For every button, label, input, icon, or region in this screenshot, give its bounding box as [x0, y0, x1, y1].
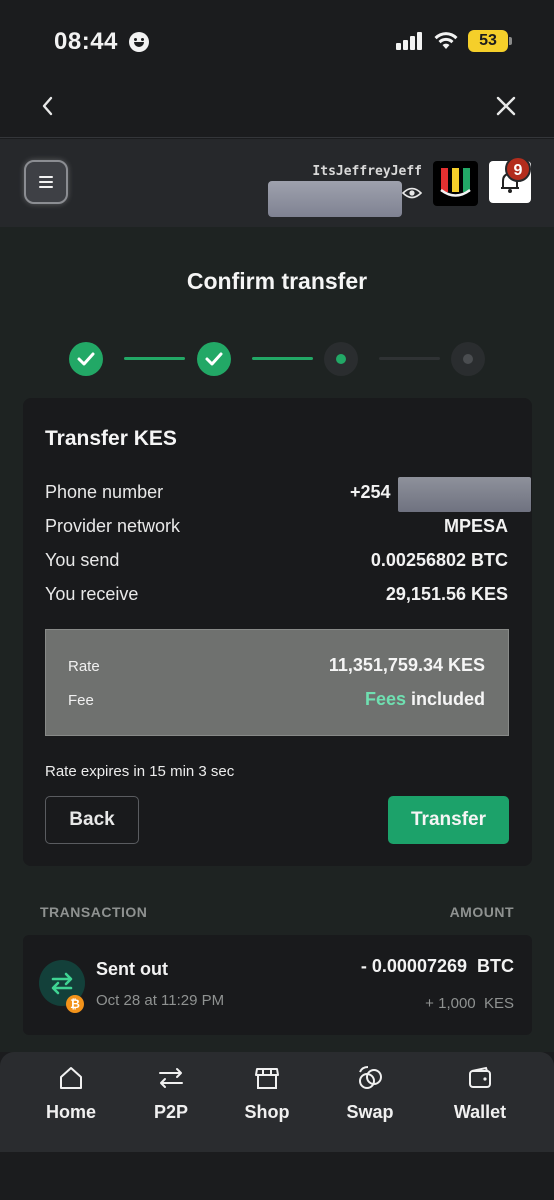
step-3-current [324, 342, 358, 376]
wallet-icon [469, 1066, 491, 1088]
avatar[interactable] [433, 161, 478, 206]
nav-swap[interactable]: Swap [325, 1064, 415, 1123]
home-indicator-area [0, 1152, 554, 1200]
rate-label: Rate [68, 658, 100, 675]
nav-wallet[interactable]: Wallet [435, 1064, 525, 1123]
phone-label: Phone number [45, 482, 164, 502]
smiley-icon [129, 32, 149, 52]
nav-home[interactable]: Home [26, 1064, 116, 1123]
provider-value: MPESA [443, 516, 508, 536]
receive-value: 29,151.56 KES [385, 584, 508, 604]
nav-shop-label: Shop [244, 1102, 290, 1122]
card-title: Transfer KES [45, 427, 177, 450]
check-icon [77, 352, 95, 366]
close-icon[interactable] [494, 94, 518, 118]
transaction-title: Sent out [96, 959, 168, 979]
transaction-sub-amount: + 1,000 KES [425, 995, 514, 1012]
bitcoin-badge-icon: ₿ [66, 995, 84, 1013]
page-title: Confirm transfer [186, 268, 368, 294]
swap-icon [359, 1066, 382, 1089]
provider-label: Provider network [45, 516, 181, 536]
fee-rest: included [405, 689, 485, 709]
p2p-icon [159, 1068, 183, 1088]
cellular-signal-icon [396, 32, 422, 50]
fee-highlight: Fees [364, 689, 406, 709]
receive-label: You receive [45, 584, 139, 604]
send-value: 0.00256802 BTC [370, 550, 508, 570]
menu-button[interactable] [24, 160, 68, 204]
transaction-amount: - 0.00007269 BTC [360, 956, 514, 976]
nav-p2p-label: P2P [153, 1102, 189, 1122]
shop-icon [255, 1068, 279, 1089]
fee-value: Fees included [365, 689, 485, 710]
transaction-date: Oct 28 at 11:29 PM [96, 992, 225, 1009]
notification-badge: 9 [505, 156, 531, 182]
transaction-header: TRANSACTION [40, 904, 148, 920]
balance-redacted [268, 181, 402, 217]
battery-indicator: 53 [468, 30, 508, 52]
browser-nav-bar [0, 86, 554, 138]
step-connector-2 [252, 357, 313, 360]
avatar-logo-icon [440, 168, 471, 197]
amount-header: AMOUNT [449, 904, 514, 920]
rate-expiry-text: Rate expires in 15 min 3 sec [45, 763, 235, 780]
nav-home-label: Home [45, 1102, 96, 1122]
nav-shop[interactable]: Shop [222, 1064, 312, 1123]
fee-label: Fee [68, 692, 94, 709]
home-icon [60, 1067, 82, 1089]
phone-redacted [398, 477, 531, 512]
nav-swap-label: Swap [346, 1102, 394, 1122]
back-chevron-icon[interactable] [36, 94, 60, 118]
nav-p2p[interactable]: P2P [126, 1064, 216, 1123]
phone-value: +254 [350, 482, 391, 502]
step-1-complete [69, 342, 103, 376]
step-4-pending [451, 342, 485, 376]
step-connector-1 [124, 357, 185, 360]
nav-wallet-label: Wallet [453, 1102, 507, 1122]
step-2-complete [197, 342, 231, 376]
status-time: 08:44 [54, 28, 118, 55]
send-label: You send [45, 550, 120, 570]
rate-box [45, 629, 509, 736]
step-connector-3 [379, 357, 440, 360]
check-icon [205, 352, 223, 366]
username: ItsJeffreyJeff [312, 164, 422, 179]
battery-tip [509, 37, 512, 45]
rate-value: 11,351,759.34 KES [328, 655, 485, 675]
eye-icon[interactable] [402, 186, 422, 200]
transaction-row[interactable] [23, 935, 532, 1035]
back-button[interactable]: Back [45, 796, 139, 844]
transfer-button[interactable]: Transfer [388, 796, 509, 844]
wifi-icon [434, 32, 458, 49]
